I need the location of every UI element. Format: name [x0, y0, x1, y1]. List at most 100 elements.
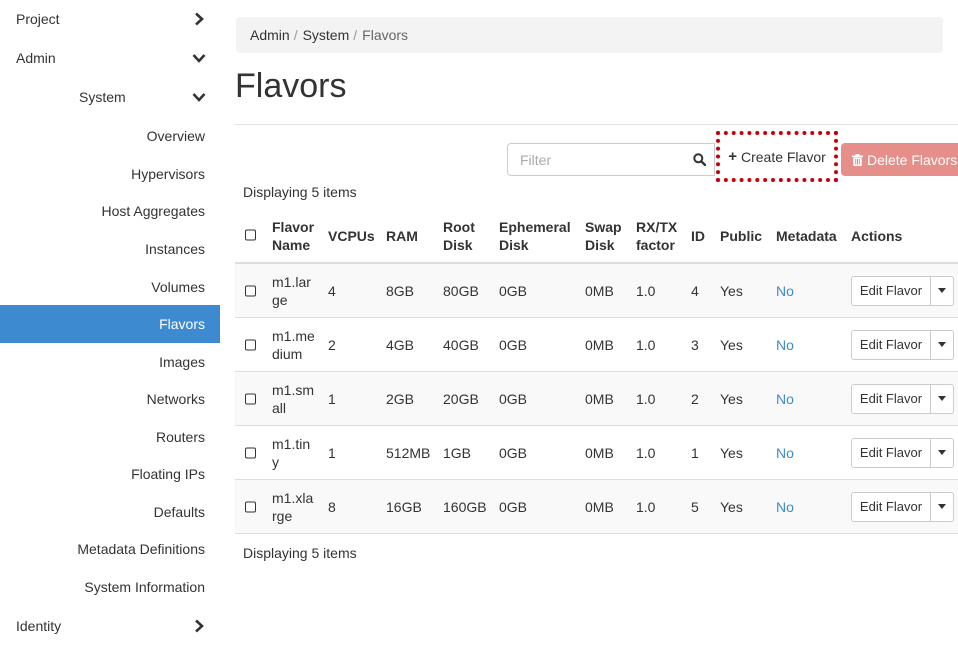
sidebar-item-system-information[interactable]: System Information [0, 568, 220, 606]
cell-flavor-name: m1.me dium [272, 327, 315, 362]
sidebar-item-routers[interactable]: Routers [0, 418, 220, 456]
sidebar-item-label: Hypervisors [131, 166, 205, 182]
actions-dropdown-toggle[interactable] [931, 491, 954, 522]
breadcrumb-separator: / [293, 27, 298, 43]
row-checkbox[interactable] [245, 285, 256, 296]
edit-flavor-button[interactable]: Edit Flavor [851, 383, 931, 414]
table-header: Flavor Name VCPUs RAM Root Disk Ephemeral D… [235, 208, 958, 264]
sidebar-item-label: Networks [146, 391, 205, 407]
sidebar-item-label: Volumes [151, 279, 205, 295]
cell-swap: 0MB [585, 336, 614, 353]
search-icon[interactable] [693, 153, 706, 166]
sidebar-item-hypervisors[interactable]: Hypervisors [0, 155, 220, 193]
sidebar-item-label: System Information [84, 579, 205, 595]
actions-dropdown-toggle[interactable] [931, 275, 954, 306]
cell-metadata[interactable]: No [776, 282, 794, 300]
cell-root: 40GB [443, 336, 479, 353]
sidebar-item-label: Floating IPs [131, 466, 205, 482]
header-ephemeral-disk[interactable]: Ephemeral Disk [499, 218, 571, 254]
sidebar-item-instances[interactable]: Instances [0, 230, 220, 268]
header-flavor-name[interactable]: Flavor Name [272, 218, 314, 254]
cell-flavor-name: m1.sm all [272, 381, 314, 416]
cell-ephemeral: 0GB [499, 498, 528, 515]
cell-metadata[interactable]: No [776, 390, 794, 408]
header-ram[interactable]: RAM [386, 227, 418, 245]
cell-metadata[interactable]: No [776, 498, 794, 516]
header-rxtx-factor[interactable]: RX/TX factor [636, 218, 677, 254]
cell-ephemeral: 0GB [499, 444, 528, 461]
row-checkbox[interactable] [245, 393, 256, 404]
header-id[interactable]: ID [691, 227, 705, 245]
cell-public: Yes [720, 444, 743, 461]
cell-root: 1GB [443, 444, 472, 461]
caret-down-icon [938, 396, 946, 401]
sidebar-item-host-aggregates[interactable]: Host Aggregates [0, 192, 220, 230]
row-checkbox[interactable] [245, 447, 256, 458]
breadcrumb: Admin / System / Flavors [236, 17, 943, 53]
sidebar-item-overview[interactable]: Overview [0, 117, 220, 155]
row-checkbox[interactable] [245, 501, 256, 512]
cell-public: Yes [720, 282, 743, 299]
nav-identity[interactable]: Identity [0, 607, 220, 645]
cell-rxtx: 1.0 [636, 282, 656, 299]
row-actions: Edit Flavor [851, 383, 954, 414]
sidebar-item-label: Instances [145, 241, 205, 257]
create-flavor-button[interactable]: + Create Flavor [716, 131, 838, 182]
header-root-disk[interactable]: Root Disk [443, 218, 475, 254]
cell-ephemeral: 0GB [499, 390, 528, 407]
filter-input[interactable] [507, 143, 715, 176]
delete-flavors-label: Delete Flavors [867, 151, 958, 168]
edit-flavor-button[interactable]: Edit Flavor [851, 329, 931, 360]
sidebar-item-metadata-definitions[interactable]: Metadata Definitions [0, 530, 220, 568]
table-body: m1.lar ge 4 8GB 80GB 0GB 0MB 1.0 4 Yes No Edit Flav… [235, 264, 958, 534]
sidebar-item-label: Metadata Definitions [77, 541, 205, 557]
sidebar-item-floating-ips[interactable]: Floating IPs [0, 455, 220, 493]
sidebar-item-images[interactable]: Images [0, 343, 220, 381]
chevron-right-icon [195, 619, 204, 633]
actions-dropdown-toggle[interactable] [931, 437, 954, 468]
cell-ram: 16GB [386, 498, 422, 515]
actions-dropdown-toggle[interactable] [931, 329, 954, 360]
nav-admin[interactable]: Admin [0, 39, 220, 77]
nav-identity-label: Identity [16, 618, 62, 634]
cell-ram: 2GB [386, 390, 415, 407]
actions-dropdown-toggle[interactable] [931, 383, 954, 414]
edit-flavor-button[interactable]: Edit Flavor [851, 275, 931, 306]
table-row: m1.xla rge 8 16GB 160GB 0GB 0MB 1.0 5 Yes No Edit F… [235, 480, 958, 534]
cell-vcpus: 1 [328, 444, 336, 461]
breadcrumb-system[interactable]: System [303, 27, 350, 43]
header-vcpus[interactable]: VCPUs [328, 227, 375, 245]
sidebar-item-flavors[interactable]: Flavors [0, 305, 220, 343]
sidebar-item-networks[interactable]: Networks [0, 380, 220, 418]
edit-flavor-button[interactable]: Edit Flavor [851, 491, 931, 522]
select-all-checkbox[interactable] [245, 229, 256, 241]
cell-id: 5 [691, 498, 699, 515]
cell-root: 20GB [443, 390, 479, 407]
nav-project[interactable]: Project [0, 0, 220, 38]
sidebar-item-label: Routers [155, 429, 205, 445]
nav-admin-label: Admin [16, 50, 56, 66]
nav-system[interactable]: System [0, 78, 220, 116]
cell-id: 1 [691, 444, 699, 461]
row-checkbox[interactable] [245, 339, 256, 350]
header-public[interactable]: Public [720, 227, 762, 245]
cell-vcpus: 8 [328, 498, 336, 515]
sidebar-item-volumes[interactable]: Volumes [0, 268, 220, 306]
cell-root: 80GB [443, 282, 479, 299]
chevron-down-icon [192, 54, 206, 63]
breadcrumb-admin[interactable]: Admin [250, 27, 290, 43]
sidebar-item-label: Defaults [153, 504, 205, 520]
row-actions: Edit Flavor [851, 437, 954, 468]
header-swap-disk[interactable]: Swap Disk [585, 218, 622, 254]
chevron-right-icon [195, 12, 204, 26]
cell-vcpus: 1 [328, 390, 336, 407]
delete-flavors-button[interactable]: Delete Flavors [841, 143, 958, 176]
cell-metadata[interactable]: No [776, 336, 794, 354]
create-flavor-label: Create Flavor [740, 148, 826, 165]
cell-ephemeral: 0GB [499, 282, 528, 299]
cell-metadata[interactable]: No [776, 444, 794, 462]
table-row: m1.me dium 2 4GB 40GB 0GB 0MB 1.0 3 Yes No Edit Fla… [235, 318, 958, 372]
sidebar-item-defaults[interactable]: Defaults [0, 493, 220, 531]
edit-flavor-button[interactable]: Edit Flavor [851, 437, 931, 468]
sidebar: Project Admin System Overview Hypervisors… [0, 0, 220, 649]
